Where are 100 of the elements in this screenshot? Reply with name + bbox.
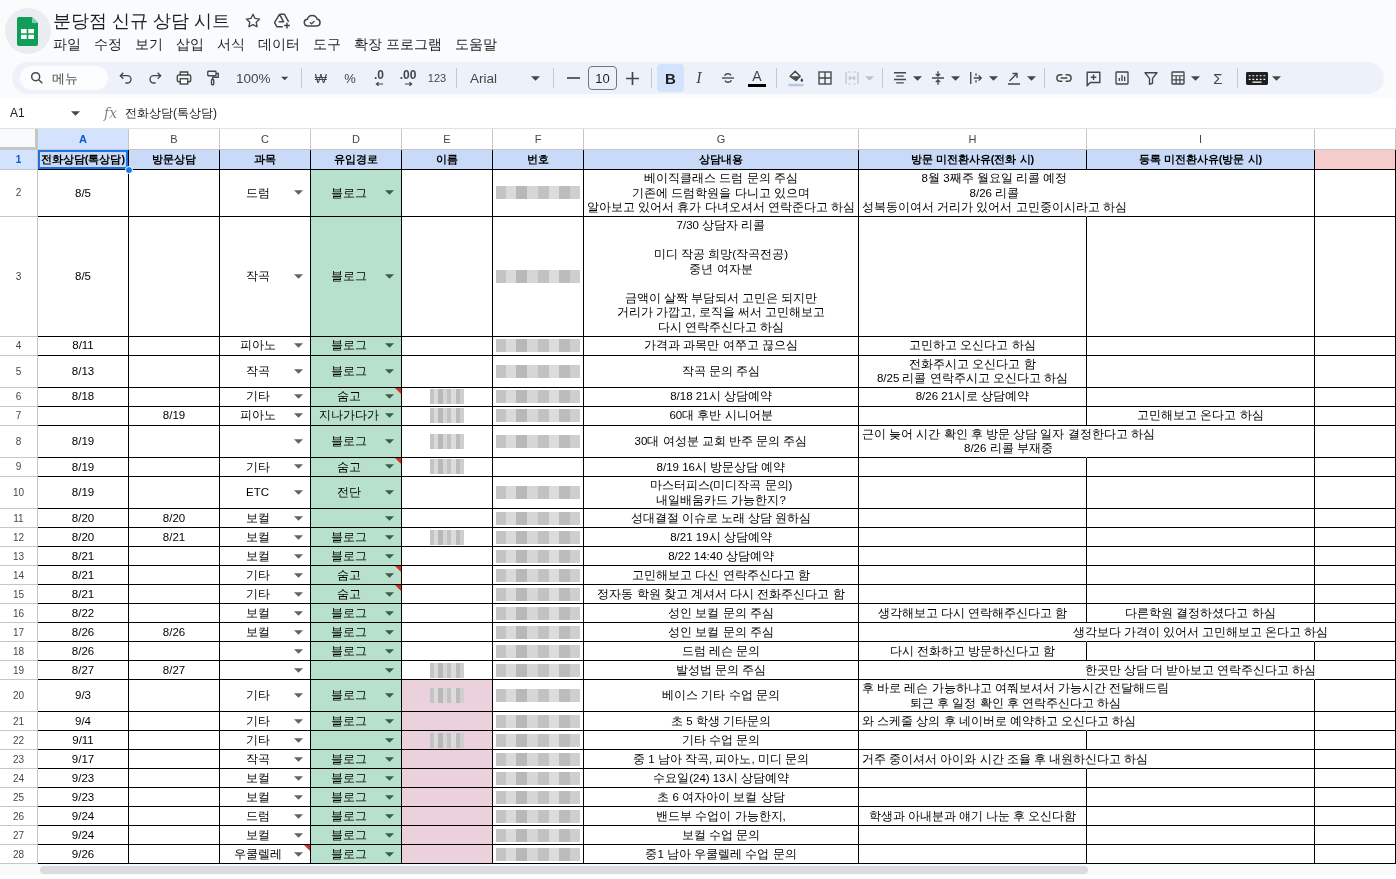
print-icon[interactable] bbox=[175, 69, 193, 87]
column-header[interactable]: I bbox=[1087, 129, 1315, 150]
row-number[interactable]: 21 bbox=[0, 712, 38, 732]
menu-item[interactable]: 수정 bbox=[88, 35, 128, 55]
dropdown-cell[interactable]: 블로그 bbox=[311, 642, 402, 662]
zoom-dropdown[interactable]: 100% bbox=[228, 64, 296, 92]
paint-bucket-icon[interactable] bbox=[786, 68, 806, 88]
row-number[interactable]: 14 bbox=[0, 566, 38, 586]
name-box[interactable]: A1 bbox=[0, 106, 86, 120]
row-number[interactable]: 16 bbox=[0, 604, 38, 624]
menu-item[interactable]: 보기 bbox=[129, 35, 169, 55]
plus-icon[interactable] bbox=[625, 71, 639, 85]
chart-icon[interactable] bbox=[1113, 69, 1131, 87]
table-icon[interactable] bbox=[1169, 69, 1187, 87]
row-number[interactable]: 23 bbox=[0, 750, 38, 770]
row-number[interactable]: 2 bbox=[0, 170, 38, 217]
bold-button[interactable]: B bbox=[657, 64, 684, 92]
row-number[interactable]: 26 bbox=[0, 807, 38, 827]
caret-icon[interactable] bbox=[951, 75, 960, 81]
dropdown-cell[interactable]: 블로그 bbox=[311, 604, 402, 624]
row-number[interactable]: 20 bbox=[0, 680, 38, 713]
text-color-button[interactable]: A bbox=[743, 64, 771, 92]
minus-icon[interactable] bbox=[566, 77, 580, 79]
dropdown-cell[interactable]: 전단 bbox=[311, 476, 402, 510]
align-icon[interactable] bbox=[891, 69, 909, 87]
caret-icon[interactable] bbox=[1027, 75, 1036, 81]
row-number[interactable]: 10 bbox=[0, 476, 38, 510]
caret-icon[interactable] bbox=[1272, 75, 1281, 81]
dropdown-cell[interactable]: 블로그 bbox=[311, 355, 402, 388]
text-wrap-icon[interactable] bbox=[967, 69, 985, 87]
dropdown-cell[interactable]: 블로그 bbox=[311, 769, 402, 789]
vertical-align-icon[interactable] bbox=[929, 69, 947, 87]
functions-button[interactable]: Σ bbox=[1204, 64, 1232, 92]
row-number[interactable]: 22 bbox=[0, 731, 38, 751]
paint-roller-icon[interactable] bbox=[204, 69, 222, 87]
currency-button[interactable]: ₩ bbox=[307, 64, 335, 92]
menu-item[interactable]: 데이터 bbox=[252, 35, 306, 55]
column-header[interactable]: B bbox=[129, 129, 220, 150]
decrease-decimal-button[interactable]: .0 bbox=[365, 64, 393, 92]
column-header[interactable]: A bbox=[38, 129, 129, 150]
caret-icon[interactable] bbox=[989, 75, 998, 81]
dropdown-cell[interactable]: 블로그 bbox=[311, 712, 402, 732]
row-number[interactable]: 25 bbox=[0, 788, 38, 808]
menu-item[interactable]: 확장 프로그램 bbox=[348, 35, 448, 55]
dropdown-cell[interactable]: 숨고 bbox=[311, 585, 402, 605]
row-number[interactable]: 18 bbox=[0, 642, 38, 662]
menu-item[interactable]: 삽입 bbox=[170, 35, 210, 55]
borders-icon[interactable] bbox=[816, 69, 834, 87]
keyboard-icon[interactable] bbox=[1246, 71, 1268, 85]
italic-button[interactable]: I bbox=[685, 64, 713, 92]
column-header[interactable]: C bbox=[220, 129, 311, 150]
spreadsheet-logo-icon[interactable] bbox=[5, 8, 51, 54]
dropdown-cell[interactable]: 블로그 bbox=[311, 826, 402, 846]
dropdown-cell[interactable]: 블로그 bbox=[311, 425, 402, 458]
dropdown-cell[interactable]: 블로그 bbox=[311, 170, 402, 217]
font-size-field[interactable]: 10 bbox=[588, 66, 617, 90]
filter-icon[interactable] bbox=[1142, 69, 1160, 87]
row-number[interactable]: 17 bbox=[0, 623, 38, 643]
row-number[interactable]: 3 bbox=[0, 216, 38, 337]
star-icon[interactable] bbox=[244, 12, 262, 30]
formula-input[interactable]: 전화상담(톡상담) bbox=[125, 104, 218, 122]
dropdown-cell[interactable]: 블로그 bbox=[311, 807, 402, 827]
dropdown-cell[interactable]: 블로그 bbox=[311, 216, 402, 337]
caret-icon[interactable] bbox=[1191, 75, 1200, 81]
horizontal-scrollbar[interactable] bbox=[40, 865, 1088, 874]
redo-icon[interactable] bbox=[147, 70, 163, 86]
undo-icon[interactable] bbox=[118, 70, 134, 86]
dropdown-cell[interactable] bbox=[311, 661, 402, 681]
row-number[interactable]: 1 bbox=[0, 150, 38, 170]
menu-item[interactable]: 도구 bbox=[307, 35, 347, 55]
dropdown-cell[interactable]: 블로그 bbox=[311, 845, 402, 865]
dropdown-cell[interactable]: 블로그 bbox=[311, 623, 402, 643]
row-number[interactable]: 28 bbox=[0, 845, 38, 865]
menu-item[interactable]: 파일 bbox=[47, 35, 87, 55]
column-header[interactable]: H bbox=[859, 129, 1087, 150]
column-header[interactable]: F bbox=[493, 129, 584, 150]
font-dropdown[interactable]: Arial bbox=[462, 64, 548, 92]
row-number[interactable]: 12 bbox=[0, 528, 38, 548]
row-number[interactable]: 15 bbox=[0, 585, 38, 605]
row-number[interactable]: 8 bbox=[0, 425, 38, 458]
caret-icon[interactable] bbox=[913, 75, 922, 81]
dropdown-cell[interactable]: 블로그 bbox=[311, 680, 402, 713]
dropdown-cell[interactable]: 블로그 bbox=[311, 750, 402, 770]
number-format-button[interactable]: 123 bbox=[423, 64, 451, 92]
row-number[interactable]: 13 bbox=[0, 547, 38, 567]
dropdown-cell[interactable] bbox=[311, 731, 402, 751]
menu-search-field[interactable]: 메뉴 bbox=[20, 66, 108, 90]
row-number[interactable]: 27 bbox=[0, 826, 38, 846]
row-number[interactable]: 5 bbox=[0, 355, 38, 388]
column-header[interactable]: D bbox=[311, 129, 402, 150]
dropdown-cell[interactable]: 블로그 bbox=[311, 528, 402, 548]
dropdown-cell[interactable]: 숨고 bbox=[311, 566, 402, 586]
row-number[interactable]: 19 bbox=[0, 661, 38, 681]
column-header[interactable]: E bbox=[402, 129, 493, 150]
menu-item[interactable]: 서식 bbox=[211, 35, 251, 55]
dropdown-cell[interactable] bbox=[311, 509, 402, 529]
document-title[interactable]: 분당점 신규 상담 시트 bbox=[53, 9, 230, 33]
column-header[interactable]: G bbox=[584, 129, 859, 150]
percent-button[interactable]: % bbox=[336, 64, 364, 92]
menu-item[interactable]: 도움말 bbox=[448, 35, 503, 55]
